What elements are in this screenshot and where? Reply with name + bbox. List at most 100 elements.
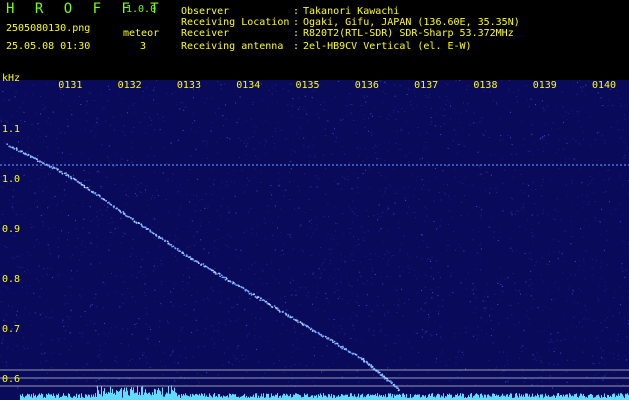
noise-pixel [161, 263, 163, 265]
noise-pixel [321, 355, 323, 357]
noise-pixel [313, 271, 315, 273]
noise-pixel [40, 215, 42, 217]
noise-pixel [325, 193, 327, 195]
noise-pixel [507, 381, 509, 383]
noise-pixel [598, 300, 600, 302]
noise-pixel [542, 309, 544, 311]
noise-pixel [365, 95, 367, 97]
noise-pixel [399, 307, 401, 309]
noise-pixel [461, 376, 463, 378]
noise-pixel [473, 165, 475, 167]
noise-pixel [620, 105, 622, 107]
noise-pixel [604, 319, 606, 321]
noise-pixel [465, 327, 467, 329]
baseline-bar [256, 393, 257, 400]
noise-pixel [317, 178, 319, 180]
baseline-bar [618, 393, 619, 400]
noise-pixel [481, 117, 483, 119]
noise-pixel [626, 297, 628, 299]
noise-pixel [541, 361, 543, 363]
noise-pixel [107, 156, 108, 158]
noise-pixel [386, 117, 388, 119]
baseline-bar [35, 394, 36, 400]
trace-point [220, 274, 223, 277]
noise-pixel [621, 267, 623, 269]
noise-pixel [542, 181, 544, 183]
noise-pixel [486, 333, 488, 335]
noise-pixel [485, 171, 487, 173]
header-panel: H R O F F T 1.0.0 2505080130.png 25.05.0… [0, 0, 629, 80]
noise-pixel [274, 130, 276, 132]
noise-pixel [309, 227, 311, 229]
trace-point [172, 245, 175, 248]
noise-pixel [592, 160, 594, 162]
noise-pixel [200, 225, 201, 227]
noise-pixel [60, 211, 62, 213]
noise-pixel [609, 352, 611, 354]
noise-pixel [358, 239, 359, 240]
noise-pixel [461, 351, 463, 353]
noise-pixel [265, 141, 267, 143]
noise-pixel [156, 189, 158, 191]
noise-pixel [384, 160, 386, 161]
noise-pixel [98, 219, 100, 221]
noise-pixel [429, 317, 431, 318]
noise-pixel [512, 198, 514, 200]
noise-pixel [340, 281, 342, 283]
noise-pixel [46, 274, 48, 276]
noise-pixel [466, 88, 467, 90]
noise-pixel [618, 226, 620, 228]
noise-pixel [30, 223, 31, 225]
baseline-bar [456, 395, 457, 400]
noise-pixel [267, 103, 269, 105]
baseline-bar [131, 387, 132, 400]
noise-pixel [589, 257, 591, 259]
observer-value: Takanori Kawachi [303, 6, 400, 17]
noise-pixel [182, 281, 184, 282]
noise-pixel [208, 178, 210, 180]
noise-pixel [442, 299, 444, 301]
noise-pixel [367, 157, 369, 159]
noise-pixel [445, 103, 447, 105]
baseline-bar [184, 395, 185, 400]
noise-pixel [592, 355, 594, 357]
noise-pixel [610, 213, 612, 215]
noise-pixel [226, 137, 228, 139]
baseline-bar [108, 391, 109, 400]
noise-pixel [43, 213, 45, 215]
baseline-bar [367, 394, 368, 400]
noise-pixel [50, 173, 51, 175]
trace-point [65, 172, 67, 174]
noise-pixel [386, 249, 388, 251]
baseline-bar [57, 395, 58, 400]
baseline-bar [27, 393, 28, 400]
noise-pixel [254, 132, 256, 134]
noise-pixel [103, 274, 105, 276]
noise-pixel [349, 228, 351, 229]
noise-pixel [584, 338, 585, 340]
noise-pixel [511, 214, 513, 216]
trace-point [99, 195, 101, 198]
noise-pixel [176, 259, 178, 261]
noise-pixel [554, 348, 556, 349]
y-tick-label: 1.0 [2, 174, 21, 185]
noise-pixel [273, 142, 275, 144]
noise-pixel [433, 200, 435, 202]
noise-pixel [198, 199, 200, 201]
baseline-bar [425, 395, 426, 400]
noise-pixel [298, 97, 300, 99]
noise-pixel [295, 349, 297, 351]
noise-pixel [48, 248, 50, 250]
noise-pixel [489, 192, 491, 194]
noise-pixel [584, 278, 586, 280]
noise-pixel [562, 106, 564, 108]
baseline-bar [592, 395, 593, 400]
noise-pixel [465, 185, 467, 187]
noise-pixel [570, 204, 572, 206]
noise-pixel [132, 105, 134, 106]
noise-pixel [81, 153, 83, 155]
noise-pixel [578, 143, 580, 145]
noise-pixel [194, 274, 196, 276]
noise-pixel [616, 340, 618, 342]
noise-pixel [577, 111, 579, 113]
